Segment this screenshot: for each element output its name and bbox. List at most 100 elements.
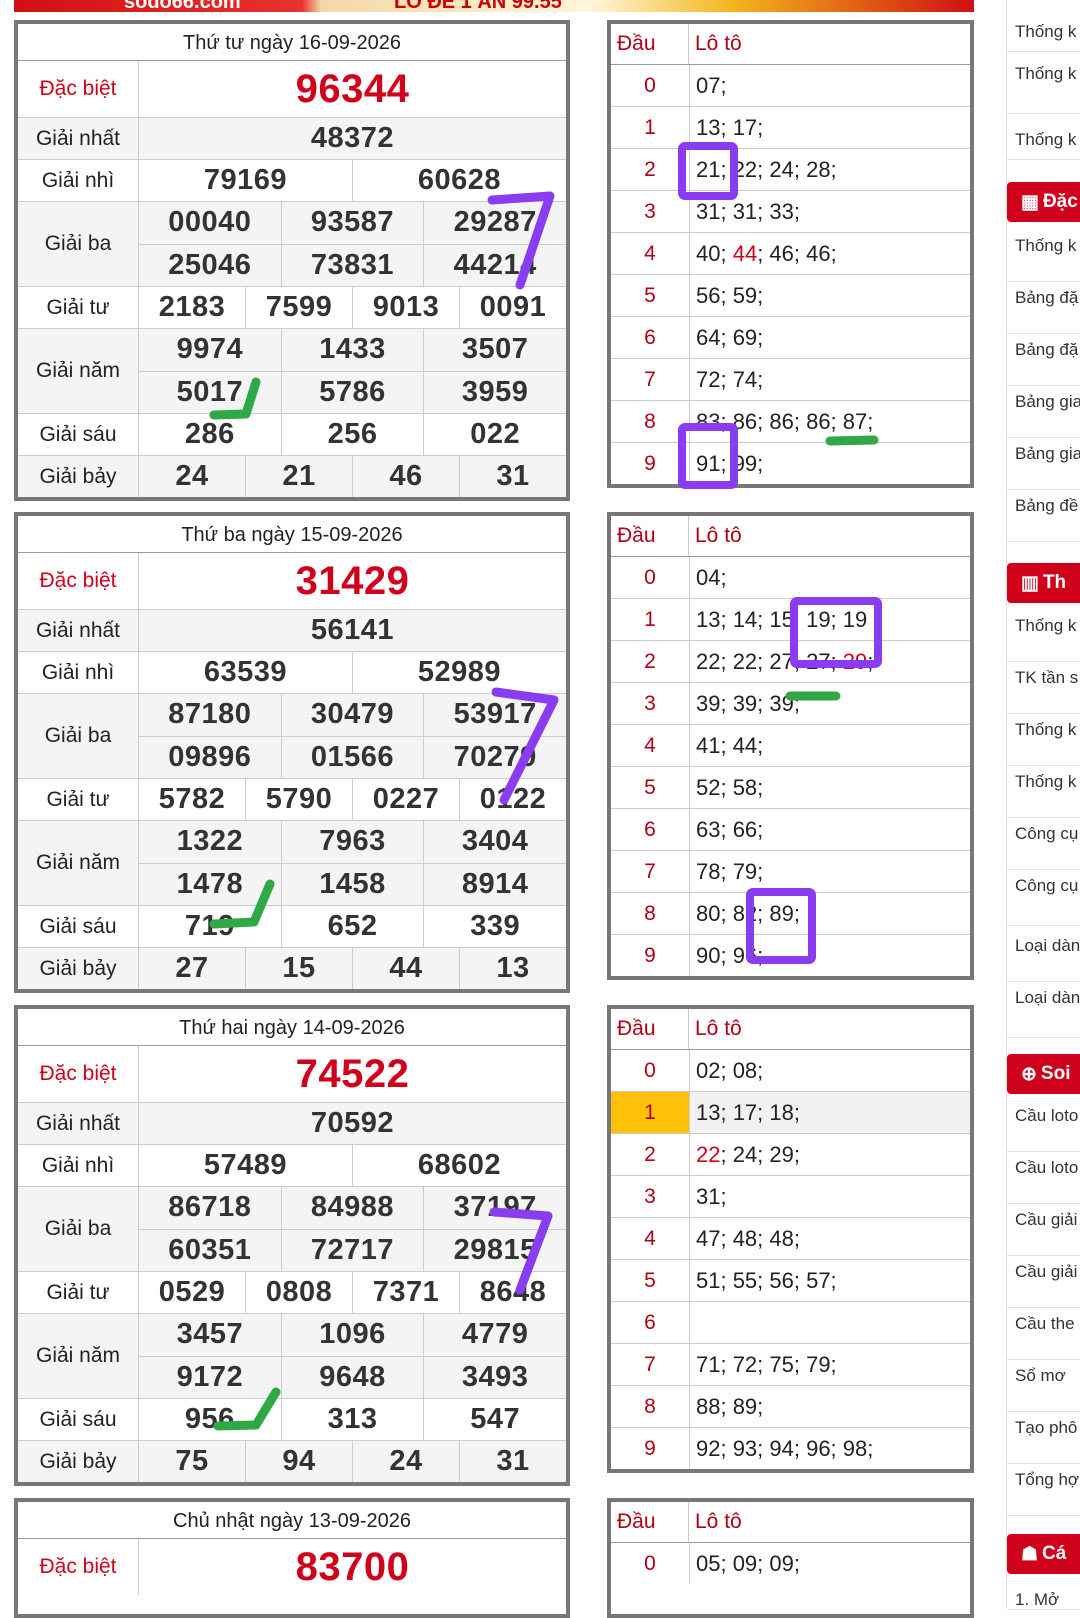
prize-number: 022 <box>470 418 521 450</box>
loto-row[interactable]: 7 72; 74; <box>611 359 970 401</box>
sidebar-link[interactable]: Công cụ VIP <box>1007 870 1080 926</box>
prize-number: 719 <box>139 906 282 947</box>
sidebar-link[interactable]: Thống k <box>1007 714 1080 766</box>
sidebar-link[interactable]: Loại dàn <box>1007 930 1080 982</box>
sidebar-link[interactable]: TK tần s <box>1007 662 1080 714</box>
loto-row[interactable]: 9 91; 99; <box>611 443 970 484</box>
section-title: Cá <box>1042 1543 1067 1564</box>
loto-row[interactable]: 6 64; 69; <box>611 317 970 359</box>
top-banner[interactable]: sodo66.com LÔ ĐỀ 1 ĂN 99.55 <box>14 0 974 12</box>
loto-row[interactable]: 2 22; 22; 27; 27; 29; <box>611 641 970 683</box>
loto-row[interactable]: 0 04; <box>611 557 970 599</box>
loto-number: 47; 48; 48; <box>696 1225 800 1251</box>
sidebar-link[interactable]: Cầu loto <box>1007 1152 1080 1204</box>
sidebar-link[interactable]: Tạo phô <box>1007 1412 1080 1464</box>
prize-number: 56141 <box>310 614 395 646</box>
prize-label: Giải năm <box>18 1314 139 1398</box>
dau-digit: 3 <box>611 1176 690 1217</box>
loto-row[interactable]: 9 92; 93; 94; 96; 98; <box>611 1428 970 1469</box>
loto-row[interactable]: 5 56; 59; <box>611 275 970 317</box>
sidebar-link[interactable]: Bảng đề <box>1007 490 1080 542</box>
loto-row[interactable]: 4 41; 44; <box>611 725 970 767</box>
dau-digit: 0 <box>611 1050 690 1091</box>
sidebar-link[interactable]: Bảng gia <box>1007 386 1080 438</box>
prize-number: 37197 <box>453 1191 537 1224</box>
loto-row[interactable]: 8 88; 89; <box>611 1386 970 1428</box>
sidebar-section-header[interactable]: ☗ Cá <box>1007 1534 1080 1574</box>
sidebar-link[interactable]: Loại dàn cao <box>1007 982 1080 1038</box>
sidebar-link[interactable]: Sổ mơ <box>1007 1360 1080 1412</box>
loto-row[interactable]: 7 71; 72; 75; 79; <box>611 1344 970 1386</box>
sidebar-section-header[interactable]: ▥ Th <box>1007 563 1080 603</box>
loto-number: 39; 39; 39; <box>696 690 800 716</box>
loto-number: 41; 44; <box>696 732 764 758</box>
sidebar-link[interactable]: Cầu the <box>1007 1308 1080 1360</box>
sidebar-link[interactable]: Thống k <box>1007 12 1080 52</box>
prize-number: 68602 <box>417 1149 502 1181</box>
sidebar-section-header[interactable]: ▦ Đặc <box>1007 182 1080 222</box>
prize-number: 25046 <box>139 244 282 286</box>
loto-row[interactable]: 0 02; 08; <box>611 1050 970 1092</box>
dau-digit: 9 <box>611 1428 690 1469</box>
dau-digit: 7 <box>611 851 690 892</box>
loto-row[interactable]: 7 78; 79; <box>611 851 970 893</box>
loto-row[interactable]: 1 13; 14; 15; 19; 19 <box>611 599 970 641</box>
prize-number: 13 <box>496 952 530 984</box>
prize-number: 956 <box>139 1399 282 1440</box>
prize-label: Giải bảy <box>18 456 139 497</box>
sidebar-link[interactable]: Cầu giải <box>1007 1204 1080 1256</box>
prize-label: Giải tư <box>18 1272 139 1313</box>
sidebar-link[interactable]: Tổng hợ <box>1007 1464 1080 1516</box>
sidebar-link[interactable]: Bảng đặ <box>1007 282 1080 334</box>
loto-row[interactable]: 5 51; 55; 56; 57; <box>611 1260 970 1302</box>
result-table: Thứ hai ngày 14-09-2026 Đặc biệt 74522 Giải… <box>14 1005 570 1486</box>
sidebar-link[interactable]: Công cụ <box>1007 818 1080 870</box>
loto-row[interactable]: 8 80; 82; 89; <box>611 893 970 935</box>
sidebar-link[interactable]: Bảng đặ <box>1007 334 1080 386</box>
loto-row[interactable]: 3 31; <box>611 1176 970 1218</box>
dau-digit: 2 <box>611 1134 690 1175</box>
sidebar-link[interactable]: Cầu loto <box>1007 1100 1080 1152</box>
prize-number: 57489 <box>139 1145 353 1186</box>
loto-row[interactable]: 9 90; 96; <box>611 935 970 976</box>
prize-label: Giải nhất <box>18 610 139 651</box>
loto-row[interactable]: 8 83; 86; 86; 86; 87; <box>611 401 970 443</box>
loto-number: 31; <box>696 1183 727 1209</box>
loto-row[interactable]: 2 21; 22; 24; 28; <box>611 149 970 191</box>
loto-number: 22 <box>696 1141 721 1167</box>
section-icon: ▥ <box>1021 572 1039 594</box>
draw-date: Thứ ba ngày 15-09-2026 <box>18 516 566 553</box>
prize-label: Đặc biệt <box>18 553 139 609</box>
prize-number: 0122 <box>479 783 547 815</box>
loto-row[interactable]: 3 39; 39; 39; <box>611 683 970 725</box>
loto-table: Đầu Lô tô 0 04; 1 13; 14; 15; 19; 19 2 22; 22; … <box>607 512 974 980</box>
loto-row[interactable]: 0 07; <box>611 65 970 107</box>
loto-number: 05; 09; 09; <box>696 1550 800 1576</box>
loto-row[interactable]: 4 40; 44; 46; 46; <box>611 233 970 275</box>
loto-row[interactable]: 5 52; 58; <box>611 767 970 809</box>
sidebar-link[interactable]: Thống k <box>1007 120 1080 160</box>
dau-digit: 6 <box>611 1302 690 1343</box>
sidebar-link[interactable]: Thống k <box>1007 610 1080 662</box>
sidebar-link[interactable]: Cầu giải <box>1007 1256 1080 1308</box>
sidebar-link[interactable]: 1. Mở <box>1007 1580 1080 1610</box>
prize-number: 94 <box>246 1441 353 1482</box>
prize-label: Giải nhất <box>18 1103 139 1144</box>
loto-number: 63; 66; <box>696 816 764 842</box>
loto-row[interactable]: 1 13; 17; <box>611 107 970 149</box>
sidebar-section-header[interactable]: ⊕ Soi <box>1007 1054 1080 1094</box>
sidebar-link[interactable]: Bảng gia <box>1007 438 1080 490</box>
loto-row[interactable]: 1 13; 17; 18; <box>611 1092 970 1134</box>
dau-digit: 7 <box>611 359 690 400</box>
sidebar-link[interactable]: Thống k <box>1007 766 1080 818</box>
loto-row[interactable]: 2 22; 24; 29; <box>611 1134 970 1176</box>
dau-digit: 2 <box>611 149 690 190</box>
sidebar-link[interactable]: Thống k theo Đặ <box>1007 58 1080 114</box>
loto-row[interactable]: 3 31; 31; 33; <box>611 191 970 233</box>
loto-row[interactable]: 6 <box>611 1302 970 1344</box>
sidebar-link[interactable]: Thống k <box>1007 230 1080 282</box>
loto-row[interactable]: 6 63; 66; <box>611 809 970 851</box>
prize-number: 70592 <box>310 1107 395 1139</box>
loto-row[interactable]: 4 47; 48; 48; <box>611 1218 970 1260</box>
prize-number: 09896 <box>139 736 282 778</box>
